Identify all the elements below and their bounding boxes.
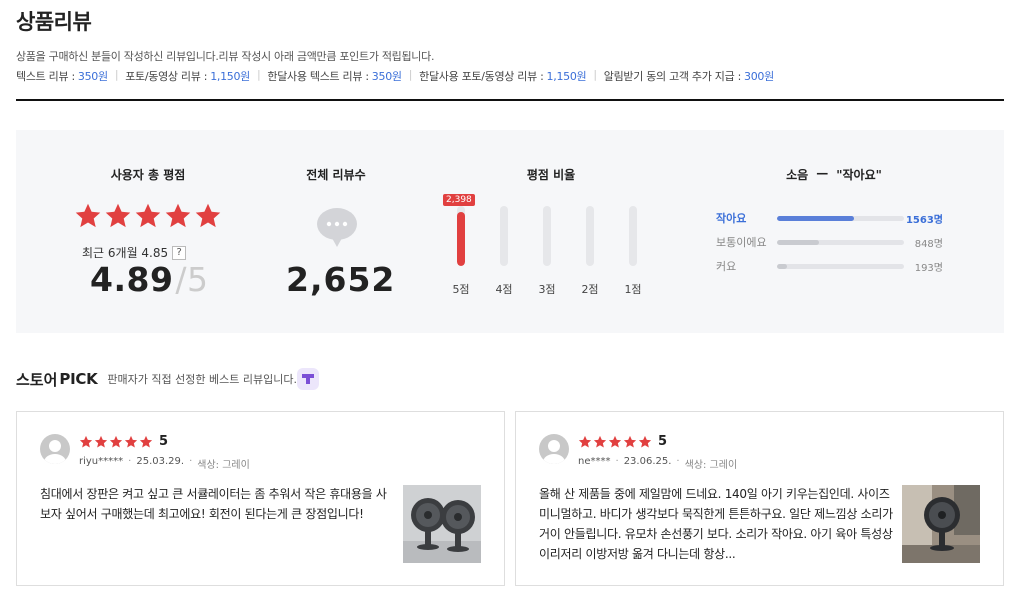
review-score: 5 — [159, 434, 169, 449]
review-photo[interactable] — [902, 485, 980, 563]
rating-stars — [74, 202, 222, 230]
review-summary-panel: 사용자 총 평점 최근 6개월 4.85 ? 4.89 / 5 전체 리뷰수 2… — [16, 130, 1004, 333]
average-rating: 4.89 / 5 — [90, 260, 209, 299]
review-option: 색상: 그레이 — [684, 460, 738, 471]
point-item: 한달사용 텍스트 리뷰 :350원 — [267, 70, 402, 83]
noise-fill — [777, 263, 788, 269]
recent-rating: 최근 6개월 4.85 ? — [82, 244, 187, 261]
noise-fill — [777, 215, 855, 221]
rating-bar-badge: 2,398 — [443, 194, 475, 206]
review-text: 올해 산 제품들 중에 제일맘에 드네요. 140일 아기 키우는집인데. 사이… — [539, 487, 893, 561]
star-icon — [79, 435, 93, 448]
help-button[interactable]: ? — [172, 245, 187, 260]
bar-fill — [457, 212, 465, 266]
speech-bubble-icon — [316, 206, 358, 252]
noise-row: 작아요 1563명 — [716, 212, 943, 226]
star-icon — [195, 203, 221, 228]
noise-row: 커요 193명 — [716, 260, 943, 274]
star-icon — [608, 435, 622, 448]
star-icon — [638, 435, 652, 448]
pick-review-card[interactable]: 5 ne**** · 23.06.25. · 색상: 그레이 올해 산 제품들 … — [515, 411, 1004, 586]
noise-fill — [777, 239, 819, 245]
rating-ratio-chart: 2,398 5점 4점 3점 2점 1점 — [443, 194, 649, 296]
store-pick-header: 스토어 PICK 판매자가 직접 선정한 베스트 리뷰입니다. — [16, 368, 319, 390]
review-meta: riyu***** · 25.03.29. · 색상: 그레이 — [79, 456, 250, 471]
review-stars: 5 — [578, 434, 667, 449]
point-item: 한달사용 포토/동영상 리뷰 :1,150원 — [419, 70, 587, 83]
review-date: 25.03.29. — [136, 456, 185, 467]
rating-ratio-title: 평점 비율 — [526, 168, 576, 182]
review-points-description: 상품을 구매하신 분들이 작성하신 리뷰입니다.리뷰 작성시 아래 금액만큼 포… — [16, 50, 435, 63]
star-icon — [135, 203, 161, 228]
point-item: 포토/동영상 리뷰 :1,150원 — [125, 70, 250, 83]
review-user: ne**** — [578, 456, 611, 467]
star-icon — [94, 435, 108, 448]
point-item: 알림받기 동의 고객 추가 지급 :300원 — [603, 70, 774, 83]
avatar — [539, 434, 569, 464]
star-icon — [109, 435, 123, 448]
star-icon — [623, 435, 637, 448]
total-reviews-count: 2,652 — [286, 260, 396, 299]
star-icon — [139, 435, 153, 448]
review-photo[interactable] — [403, 485, 481, 563]
review-stars: 5 — [79, 434, 168, 449]
review-meta: ne**** · 23.06.25. · 색상: 그레이 — [578, 456, 738, 471]
star-icon — [105, 203, 131, 228]
review-text: 침대에서 장판은 켜고 싶고 큰 서큘레이터는 좀 추워서 작은 휴대용을 사보… — [40, 487, 387, 521]
point-item: 텍스트 리뷰 :350원 — [16, 70, 108, 83]
review-date: 23.06.25. — [623, 456, 672, 467]
pick-review-card[interactable]: 5 riyu***** · 25.03.29. · 색상: 그레이 침대에서 장… — [16, 411, 505, 586]
review-user: riyu***** — [79, 456, 124, 467]
page-title: 상품리뷰 — [16, 10, 92, 34]
total-reviews-title: 전체 리뷰수 — [306, 168, 366, 182]
star-icon — [165, 203, 191, 228]
noise-row: 보통이에요 848명 — [716, 236, 943, 250]
star-icon — [593, 435, 607, 448]
star-icon — [75, 203, 101, 228]
header-divider — [16, 99, 1004, 101]
noise-title: 소음 — "작아요" — [786, 166, 882, 182]
star-icon — [578, 435, 592, 448]
star-icon — [124, 435, 138, 448]
review-option: 색상: 그레이 — [197, 460, 250, 471]
review-score: 5 — [658, 434, 668, 449]
rating-title: 사용자 총 평점 — [110, 168, 186, 182]
avatar — [40, 434, 70, 464]
points-list: 텍스트 리뷰 :350원 | 포토/동영상 리뷰 :1,150원 | 한달사용 … — [16, 68, 774, 83]
pick-badge-icon — [296, 368, 319, 390]
